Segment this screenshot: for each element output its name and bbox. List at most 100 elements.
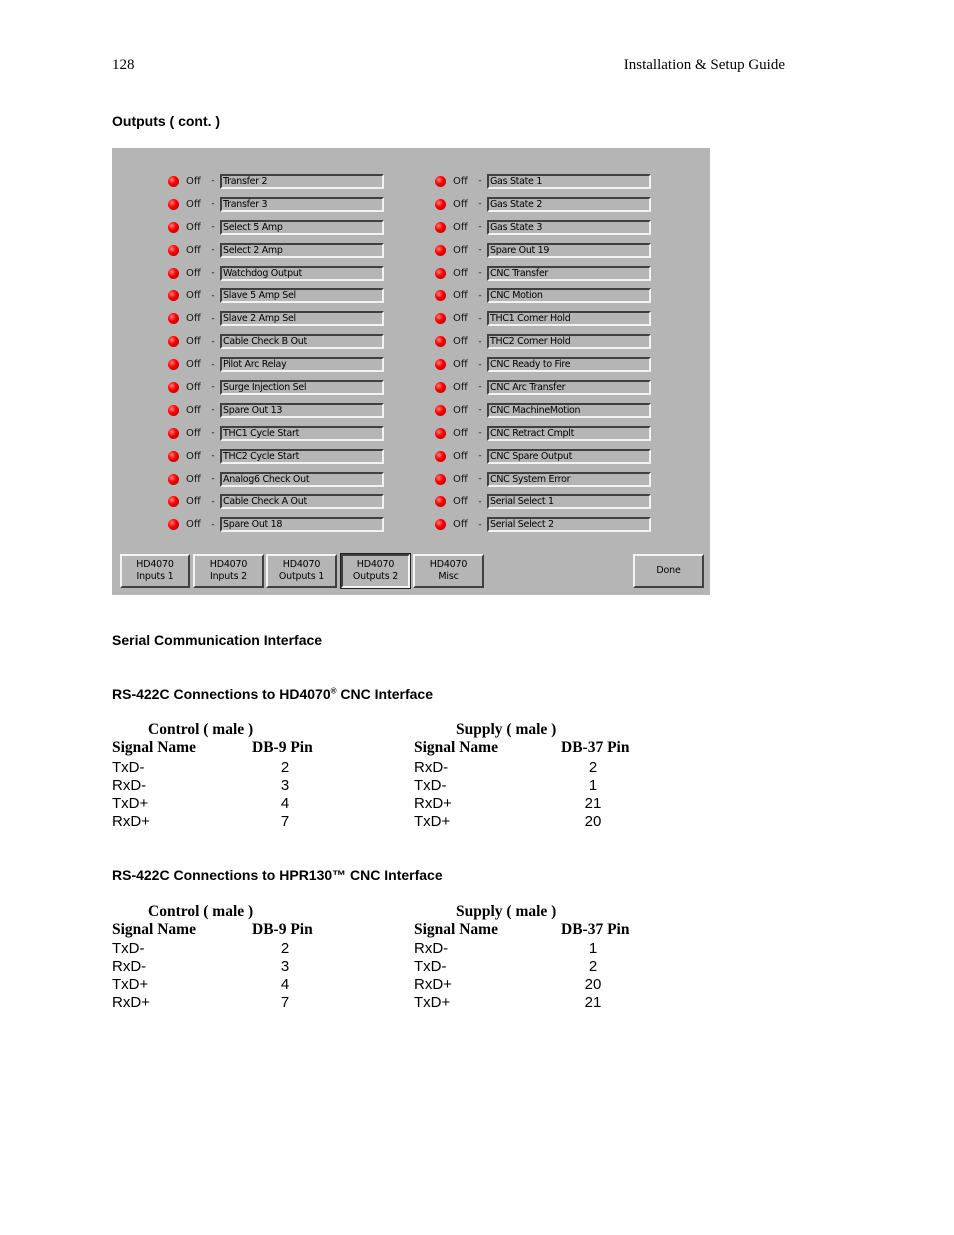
- output-label-field[interactable]: Cable Check B Out: [220, 334, 384, 350]
- output-label-field[interactable]: CNC Spare Output: [487, 448, 651, 464]
- output-label-field[interactable]: THC1 Cycle Start: [220, 425, 384, 441]
- output-label-field[interactable]: CNC Transfer: [487, 265, 651, 281]
- separator: -: [478, 519, 482, 530]
- output-row: Off - CNC Transfer: [435, 262, 651, 285]
- output-row: Off - CNC Motion: [435, 284, 651, 307]
- output-label-field[interactable]: Transfer 2: [220, 173, 384, 189]
- output-label-field[interactable]: Cable Check A Out: [220, 494, 384, 510]
- led-indicator-icon: [168, 404, 179, 416]
- signal-name: TxD+: [112, 795, 149, 812]
- separator: -: [211, 428, 215, 439]
- output-label-field[interactable]: Slave 5 Amp Sel: [220, 288, 384, 304]
- led-indicator-icon: [435, 496, 446, 508]
- tab-label-line1: HD4070: [209, 559, 248, 570]
- output-label-field[interactable]: THC2 Cycle Start: [220, 448, 384, 464]
- signal-name: RxD+: [414, 795, 452, 812]
- led-indicator-icon: [435, 175, 446, 187]
- output-label-field[interactable]: CNC Retract Cmplt: [487, 425, 651, 441]
- output-state: Off: [453, 496, 468, 508]
- separator: -: [211, 519, 215, 530]
- separator: -: [478, 405, 482, 416]
- output-label-field[interactable]: THC1 Corner Hold: [487, 311, 651, 327]
- hpr130-connections-heading: RS-422C Connections to HPR130™ CNC Inter…: [112, 867, 443, 883]
- separator: -: [478, 382, 482, 393]
- led-indicator-icon: [168, 290, 179, 302]
- output-state: Off: [453, 404, 468, 416]
- separator: -: [478, 222, 482, 233]
- column-header: DB-9 Pin: [252, 739, 313, 756]
- led-indicator-icon: [168, 244, 179, 256]
- tab-label-line1: HD4070: [429, 559, 468, 570]
- led-indicator-icon: [168, 427, 179, 439]
- output-row: Off - Cable Check B Out: [168, 330, 384, 353]
- heading-text: CNC Interface: [336, 686, 433, 702]
- output-label-field[interactable]: Serial Select 2: [487, 517, 651, 533]
- done-button[interactable]: Done: [633, 554, 704, 588]
- pin-number: 20: [584, 813, 602, 830]
- output-label-field[interactable]: CNC Arc Transfer: [487, 379, 651, 395]
- output-label-field[interactable]: CNC System Error: [487, 471, 651, 487]
- tab-hd4070-outputs-2[interactable]: HD4070 Outputs 2: [340, 553, 411, 589]
- output-state: Off: [453, 198, 468, 210]
- output-label-field[interactable]: Select 5 Amp: [220, 219, 384, 235]
- separator: -: [211, 245, 215, 256]
- column-header: Signal Name: [112, 739, 196, 756]
- pin-number: 2: [280, 940, 290, 957]
- outputs-heading: Outputs ( cont. ): [112, 113, 221, 129]
- output-state: Off: [186, 427, 201, 439]
- signal-name: RxD+: [414, 976, 452, 993]
- tab-label-line2: Inputs 1: [136, 571, 174, 582]
- done-button-label: Done: [656, 565, 681, 576]
- tab-hd4070-misc[interactable]: HD4070 Misc: [413, 554, 484, 588]
- output-label-field[interactable]: Transfer 3: [220, 196, 384, 212]
- left-output-column: Off - Transfer 2 Off - Transfer 3 Off - Select…: [168, 170, 384, 536]
- output-label-field[interactable]: Select 2 Amp: [220, 242, 384, 258]
- signal-name: RxD+: [112, 994, 150, 1011]
- output-label-field[interactable]: Pilot Arc Relay: [220, 357, 384, 373]
- output-row: Off - CNC Retract Cmplt: [435, 422, 651, 445]
- pin-number: 1: [588, 777, 598, 794]
- output-row: Off - Spare Out 19: [435, 239, 651, 262]
- pin-number: 7: [280, 813, 290, 830]
- output-label-field[interactable]: Gas State 1: [487, 173, 651, 189]
- led-indicator-icon: [435, 198, 446, 210]
- output-label-field[interactable]: Spare Out 19: [487, 242, 651, 258]
- output-row: Off - CNC Ready to Fire: [435, 353, 651, 376]
- output-label-field[interactable]: Watchdog Output: [220, 265, 384, 281]
- separator: -: [211, 405, 215, 416]
- output-row: Off - Slave 2 Amp Sel: [168, 307, 384, 330]
- output-label-field[interactable]: Spare Out 18: [220, 517, 384, 533]
- output-label-field[interactable]: Gas State 2: [487, 196, 651, 212]
- separator: -: [478, 176, 482, 187]
- led-indicator-icon: [168, 221, 179, 233]
- output-label-field[interactable]: Surge Injection Sel: [220, 379, 384, 395]
- led-indicator-icon: [168, 336, 179, 348]
- output-row: Off - Spare Out 13: [168, 399, 384, 422]
- pin-number: 3: [280, 777, 290, 794]
- output-label-field[interactable]: THC2 Corner Hold: [487, 334, 651, 350]
- pin-number: 2: [280, 759, 290, 776]
- output-label-field[interactable]: CNC MachineMotion: [487, 402, 651, 418]
- output-label-field[interactable]: CNC Ready to Fire: [487, 357, 651, 373]
- tab-hd4070-outputs-1[interactable]: HD4070 Outputs 1: [266, 554, 337, 588]
- output-label-field[interactable]: CNC Motion: [487, 288, 651, 304]
- column-header: DB-37 Pin: [561, 921, 630, 938]
- control-group-title: Control ( male ): [148, 903, 254, 920]
- output-label-field[interactable]: Spare Out 13: [220, 402, 384, 418]
- output-label-field[interactable]: Serial Select 1: [487, 494, 651, 510]
- separator: -: [211, 474, 215, 485]
- output-row: Off - Spare Out 18: [168, 513, 384, 536]
- led-indicator-icon: [435, 381, 446, 393]
- output-label-field[interactable]: Slave 2 Amp Sel: [220, 311, 384, 327]
- output-state: Off: [186, 496, 201, 508]
- output-row: Off - THC2 Corner Hold: [435, 330, 651, 353]
- led-indicator-icon: [435, 221, 446, 233]
- separator: -: [478, 245, 482, 256]
- column-header: Signal Name: [414, 921, 498, 938]
- output-label-field[interactable]: Analog6 Check Out: [220, 471, 384, 487]
- led-indicator-icon: [168, 381, 179, 393]
- tab-hd4070-inputs-1[interactable]: HD4070 Inputs 1: [120, 554, 190, 588]
- page-number: 128: [112, 57, 135, 73]
- tab-hd4070-inputs-2[interactable]: HD4070 Inputs 2: [193, 554, 264, 588]
- output-label-field[interactable]: Gas State 3: [487, 219, 651, 235]
